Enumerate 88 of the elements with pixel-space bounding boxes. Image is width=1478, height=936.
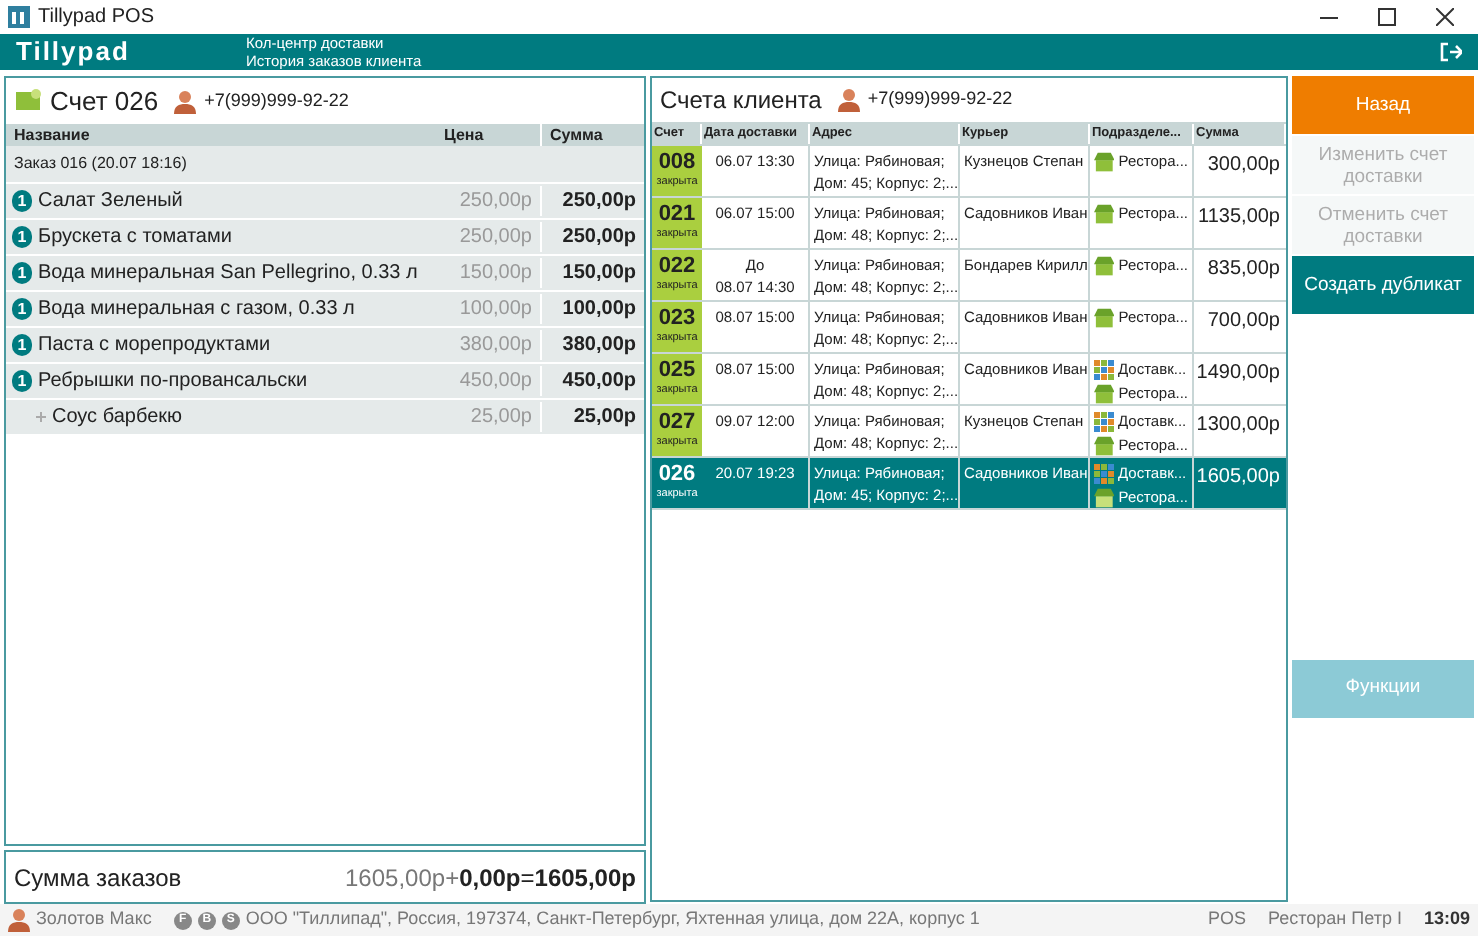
bill-icon: [14, 88, 42, 114]
order-row[interactable]: 1 Вода минеральная с газом, 0.33 л 100,00р 100,00р: [6, 292, 644, 328]
shop-icon: [1094, 151, 1115, 172]
total-amount: 1605,00р: [345, 861, 446, 895]
quantity-badge: 1: [12, 262, 32, 284]
quantity-badge: 1: [12, 370, 32, 392]
item-name: Ребрышки по-провансальски: [38, 368, 308, 396]
account-id: 025: [658, 358, 696, 383]
account-sum: 1490,00р: [1196, 362, 1280, 384]
grid-icon: [1094, 463, 1114, 484]
item-sum: 25,00р: [540, 402, 644, 432]
item-price: 450,00р: [457, 368, 534, 396]
plus-icon: [36, 412, 46, 422]
quantity-badge: 1: [12, 190, 32, 212]
logo: Tillypad: [16, 34, 132, 71]
mode-label: POS: [1208, 906, 1247, 933]
item-name: Вода минеральная с газом, 0.33 л: [38, 296, 355, 324]
item-price: 100,00р: [457, 296, 534, 324]
account-id: 022: [658, 254, 696, 279]
item-price: 150,00р: [457, 260, 534, 288]
account-id: 008: [658, 150, 696, 175]
equals-sign: =: [520, 861, 535, 895]
account-sum: 300,00р: [1207, 154, 1280, 176]
order-row[interactable]: 1 Салат Зеленый 250,00р 250,00р: [6, 184, 644, 220]
close-icon[interactable]: [1436, 8, 1454, 26]
shop-icon: [1094, 383, 1115, 404]
shop-icon: [1094, 203, 1115, 224]
account-id: 026: [658, 462, 696, 487]
phone-number: +7(999)999-92-22: [867, 86, 1013, 113]
accounts-title: Счета клиента: [660, 84, 822, 118]
order-row[interactable]: 1 Паста с морепродуктами 380,00р 380,00р: [6, 328, 644, 364]
item-name: Вода минеральная San Pellegrino, 0.33 л: [38, 260, 418, 288]
item-sum: 100,00р: [540, 294, 644, 324]
company-address: ООО "Тиллипад", Россия, 197374, Санкт-Петербург, Яхтенная улица, дом 22А, корпус 1: [245, 906, 982, 933]
grid-icon: [1094, 359, 1114, 380]
quantity-badge: 1: [12, 298, 32, 320]
item-name: Салат Зеленый: [38, 188, 183, 216]
user-name: Золотов Макс: [36, 906, 152, 933]
order-row[interactable]: 1 Вода минеральная San Pellegrino, 0.33 л 150,00р 150,00р: [6, 256, 644, 292]
restaurant-name: Ресторан Петр I: [1268, 906, 1402, 933]
order-group: Заказ 016 (20.07 18:16): [6, 146, 644, 184]
item-price: 25,00р: [468, 404, 534, 432]
item-sum: 250,00р: [540, 186, 644, 216]
account-id: 027: [658, 410, 696, 435]
item-name: Соус барбекю: [52, 404, 183, 432]
item-price: 250,00р: [457, 188, 534, 216]
action-button[interactable]: Создать дубликат: [1292, 256, 1474, 314]
quantity-badge: 1: [12, 334, 32, 356]
item-name: Брускета с томатами: [38, 224, 232, 252]
window-title: Tillypad POS: [38, 4, 154, 32]
person-icon: [8, 908, 30, 932]
item-price: 250,00р: [457, 224, 534, 252]
maximize-icon[interactable]: [1378, 8, 1396, 26]
account-sum: 1135,00р: [1198, 206, 1280, 228]
column-header: Название: [12, 123, 92, 147]
plus-sign: +: [445, 861, 460, 895]
item-sum: 450,00р: [540, 366, 644, 396]
shop-icon: [1094, 307, 1115, 328]
clock: 13:09: [1423, 906, 1470, 933]
account-id: 023: [658, 306, 696, 331]
shop-icon: [1094, 435, 1115, 456]
item-name: Паста с морепродуктами: [38, 332, 271, 360]
quantity-badge: 1: [12, 226, 32, 248]
shop-icon: [1094, 487, 1115, 508]
order-title: Счет 026: [50, 83, 159, 120]
shop-icon: [1094, 255, 1115, 276]
phone-number: +7(999)999-92-22: [204, 87, 349, 114]
account-sum: 1605,00р: [1196, 466, 1280, 488]
item-sum: 250,00р: [540, 222, 644, 252]
total-extra: 0,00р: [459, 861, 521, 895]
item-price: 380,00р: [457, 332, 534, 360]
total-label: Сумма заказов: [14, 861, 184, 895]
account-sum: 1300,00р: [1196, 414, 1280, 436]
order-row[interactable]: 1 Брускета с томатами 250,00р 250,00р: [6, 220, 644, 256]
column-header: Цена: [442, 123, 486, 147]
exit-icon[interactable]: [1440, 42, 1462, 62]
person-icon: [174, 89, 197, 113]
total-result: 1605,00р: [534, 861, 636, 895]
app-icon: [8, 6, 30, 28]
account-id: 021: [658, 202, 696, 227]
order-row[interactable]: 1 Ребрышки по-провансальски 450,00р 450,00р: [6, 364, 644, 400]
person-icon: [837, 88, 860, 112]
grid-icon: [1094, 411, 1114, 432]
order-row[interactable]: Соус барбекю 25,00р 25,00р: [6, 400, 644, 436]
item-sum: 150,00р: [540, 258, 644, 288]
account-sum: 835,00р: [1207, 258, 1280, 280]
account-sum: 700,00р: [1207, 310, 1280, 332]
item-sum: 380,00р: [540, 330, 644, 360]
